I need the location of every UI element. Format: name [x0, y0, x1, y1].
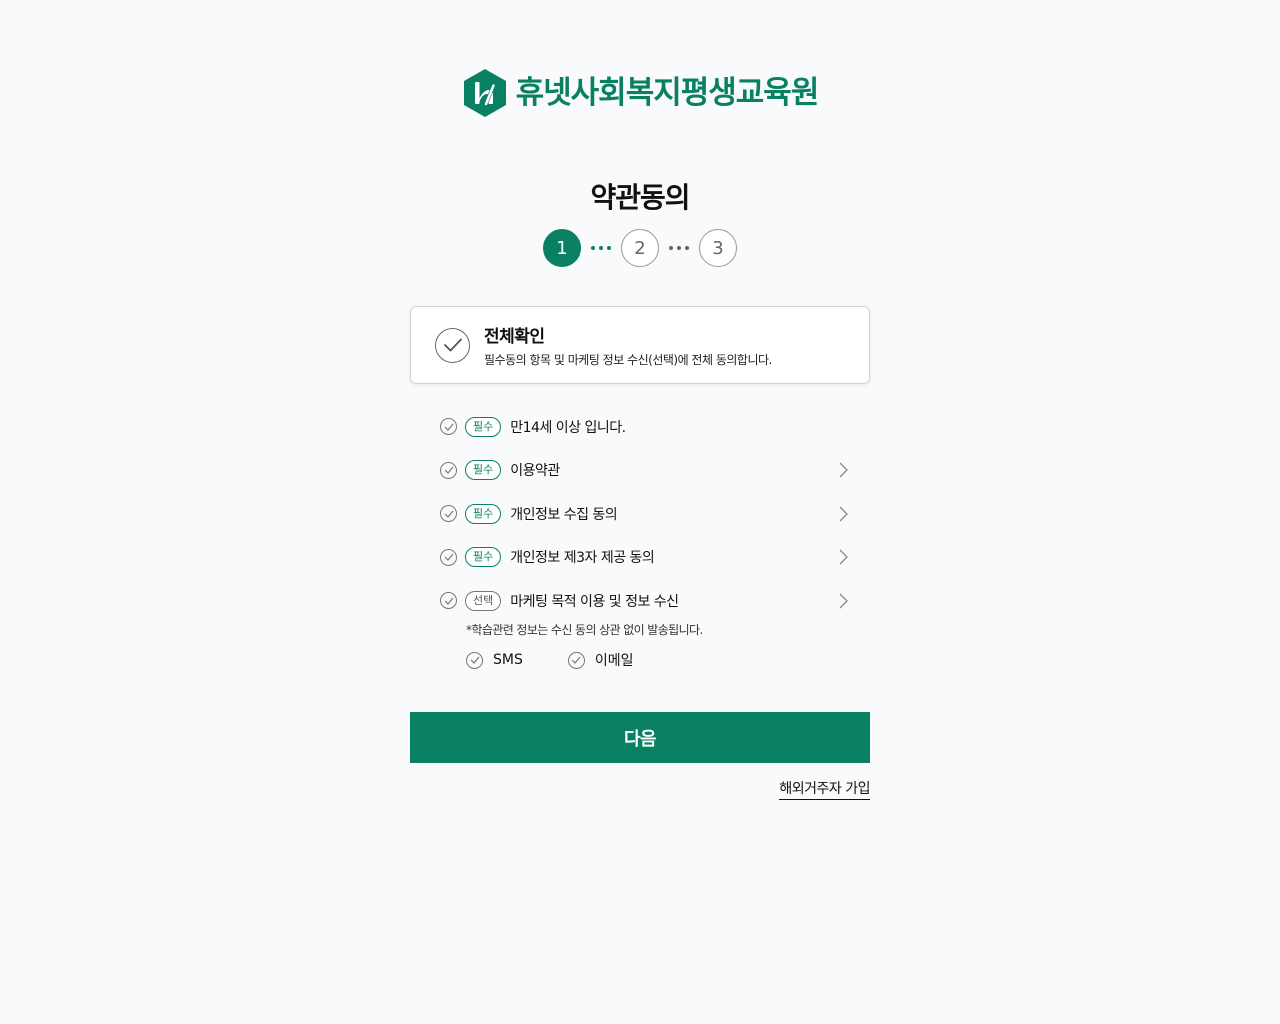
- sms-checkbox[interactable]: [466, 651, 483, 669]
- channel-sms[interactable]: SMS: [466, 651, 523, 669]
- brand-name: 휴넷사회복지평생교육원: [515, 75, 820, 111]
- check-icon: [443, 338, 462, 352]
- page-title: 약관동의: [590, 181, 690, 214]
- agreement-label: 이용약관: [510, 463, 560, 480]
- step-indicator: 1 2 3: [0, 229, 1280, 267]
- channel-label: SMS: [493, 652, 523, 668]
- step-2: 2: [621, 229, 659, 267]
- chevron-right-icon[interactable]: [838, 593, 848, 609]
- agree-all-title: 전체확인: [484, 327, 545, 347]
- check-icon: [571, 656, 581, 664]
- hunet-hexagon-logo-icon: [463, 69, 506, 117]
- overseas-signup-link[interactable]: 해외거주자 가입: [779, 778, 870, 800]
- next-button[interactable]: 다음: [410, 712, 870, 763]
- required-badge: 필수: [465, 547, 502, 568]
- agreement-age[interactable]: 필수 만14세 이상 입니다.: [438, 405, 848, 449]
- agreement-checkbox[interactable]: [440, 548, 457, 566]
- channel-label: 이메일: [594, 653, 634, 669]
- agreement-checkbox[interactable]: [440, 461, 457, 479]
- email-checkbox[interactable]: [567, 651, 585, 669]
- step-connector: [669, 246, 689, 250]
- step-1: 1: [543, 229, 581, 267]
- agreement-label: 만14세 이상 입니다.: [510, 419, 626, 436]
- agreement-label: 개인정보 수집 동의: [510, 506, 618, 523]
- check-icon: [444, 597, 453, 605]
- agreement-label: 개인정보 제3자 제공 동의: [510, 550, 655, 567]
- agreement-list: 필수 만14세 이상 입니다. 필수 이용약관 필수 개인정보 수집 동의 필수…: [438, 405, 848, 623]
- agreement-label: 마케팅 목적 이용 및 정보 수신: [510, 593, 679, 610]
- agreement-third-party[interactable]: 필수 개인정보 제3자 제공 동의: [438, 536, 848, 580]
- agree-all-description: 필수동의 항목 및 마케팅 정보 수신(선택)에 전체 동의합니다.: [484, 353, 772, 367]
- agree-all-box[interactable]: 전체확인 필수동의 항목 및 마케팅 정보 수신(선택)에 전체 동의합니다.: [410, 306, 870, 384]
- channel-email[interactable]: 이메일: [567, 650, 634, 670]
- chevron-right-icon[interactable]: [838, 462, 848, 478]
- agreement-privacy-collection[interactable]: 필수 개인정보 수집 동의: [438, 492, 848, 536]
- check-icon: [444, 510, 453, 518]
- agreement-checkbox[interactable]: [440, 505, 457, 523]
- marketing-note: *학습관련 정보는 수신 동의 상관 없이 발송됩니다.: [466, 623, 703, 637]
- agreement-checkbox[interactable]: [440, 418, 457, 436]
- step-3: 3: [699, 229, 737, 267]
- agree-all-checkbox[interactable]: [435, 327, 470, 363]
- chevron-right-icon[interactable]: [838, 506, 848, 522]
- required-badge: 필수: [465, 416, 502, 437]
- marketing-channels: SMS 이메일: [466, 650, 634, 670]
- agreement-marketing[interactable]: 선택 마케팅 목적 이용 및 정보 수신: [438, 579, 848, 623]
- optional-badge: 선택: [465, 590, 502, 611]
- brand-logo[interactable]: 휴넷사회복지평생교육원: [0, 68, 1280, 118]
- agree-all-texts: 전체확인 필수동의 항목 및 마케팅 정보 수신(선택)에 전체 동의합니다.: [484, 322, 772, 368]
- agreement-terms-of-use[interactable]: 필수 이용약관: [438, 449, 848, 493]
- step-connector: [591, 246, 611, 250]
- check-icon: [444, 553, 453, 562]
- signup-terms-page: 휴넷사회복지평생교육원 약관동의 1 2 3 전체확인 필수동의 항목 및 마케…: [0, 0, 1280, 1024]
- required-badge: 필수: [465, 503, 502, 524]
- agreement-checkbox[interactable]: [440, 592, 457, 610]
- check-icon: [470, 656, 479, 664]
- check-icon: [444, 423, 453, 431]
- check-icon: [444, 466, 453, 475]
- required-badge: 필수: [465, 460, 502, 481]
- chevron-right-icon[interactable]: [838, 549, 848, 565]
